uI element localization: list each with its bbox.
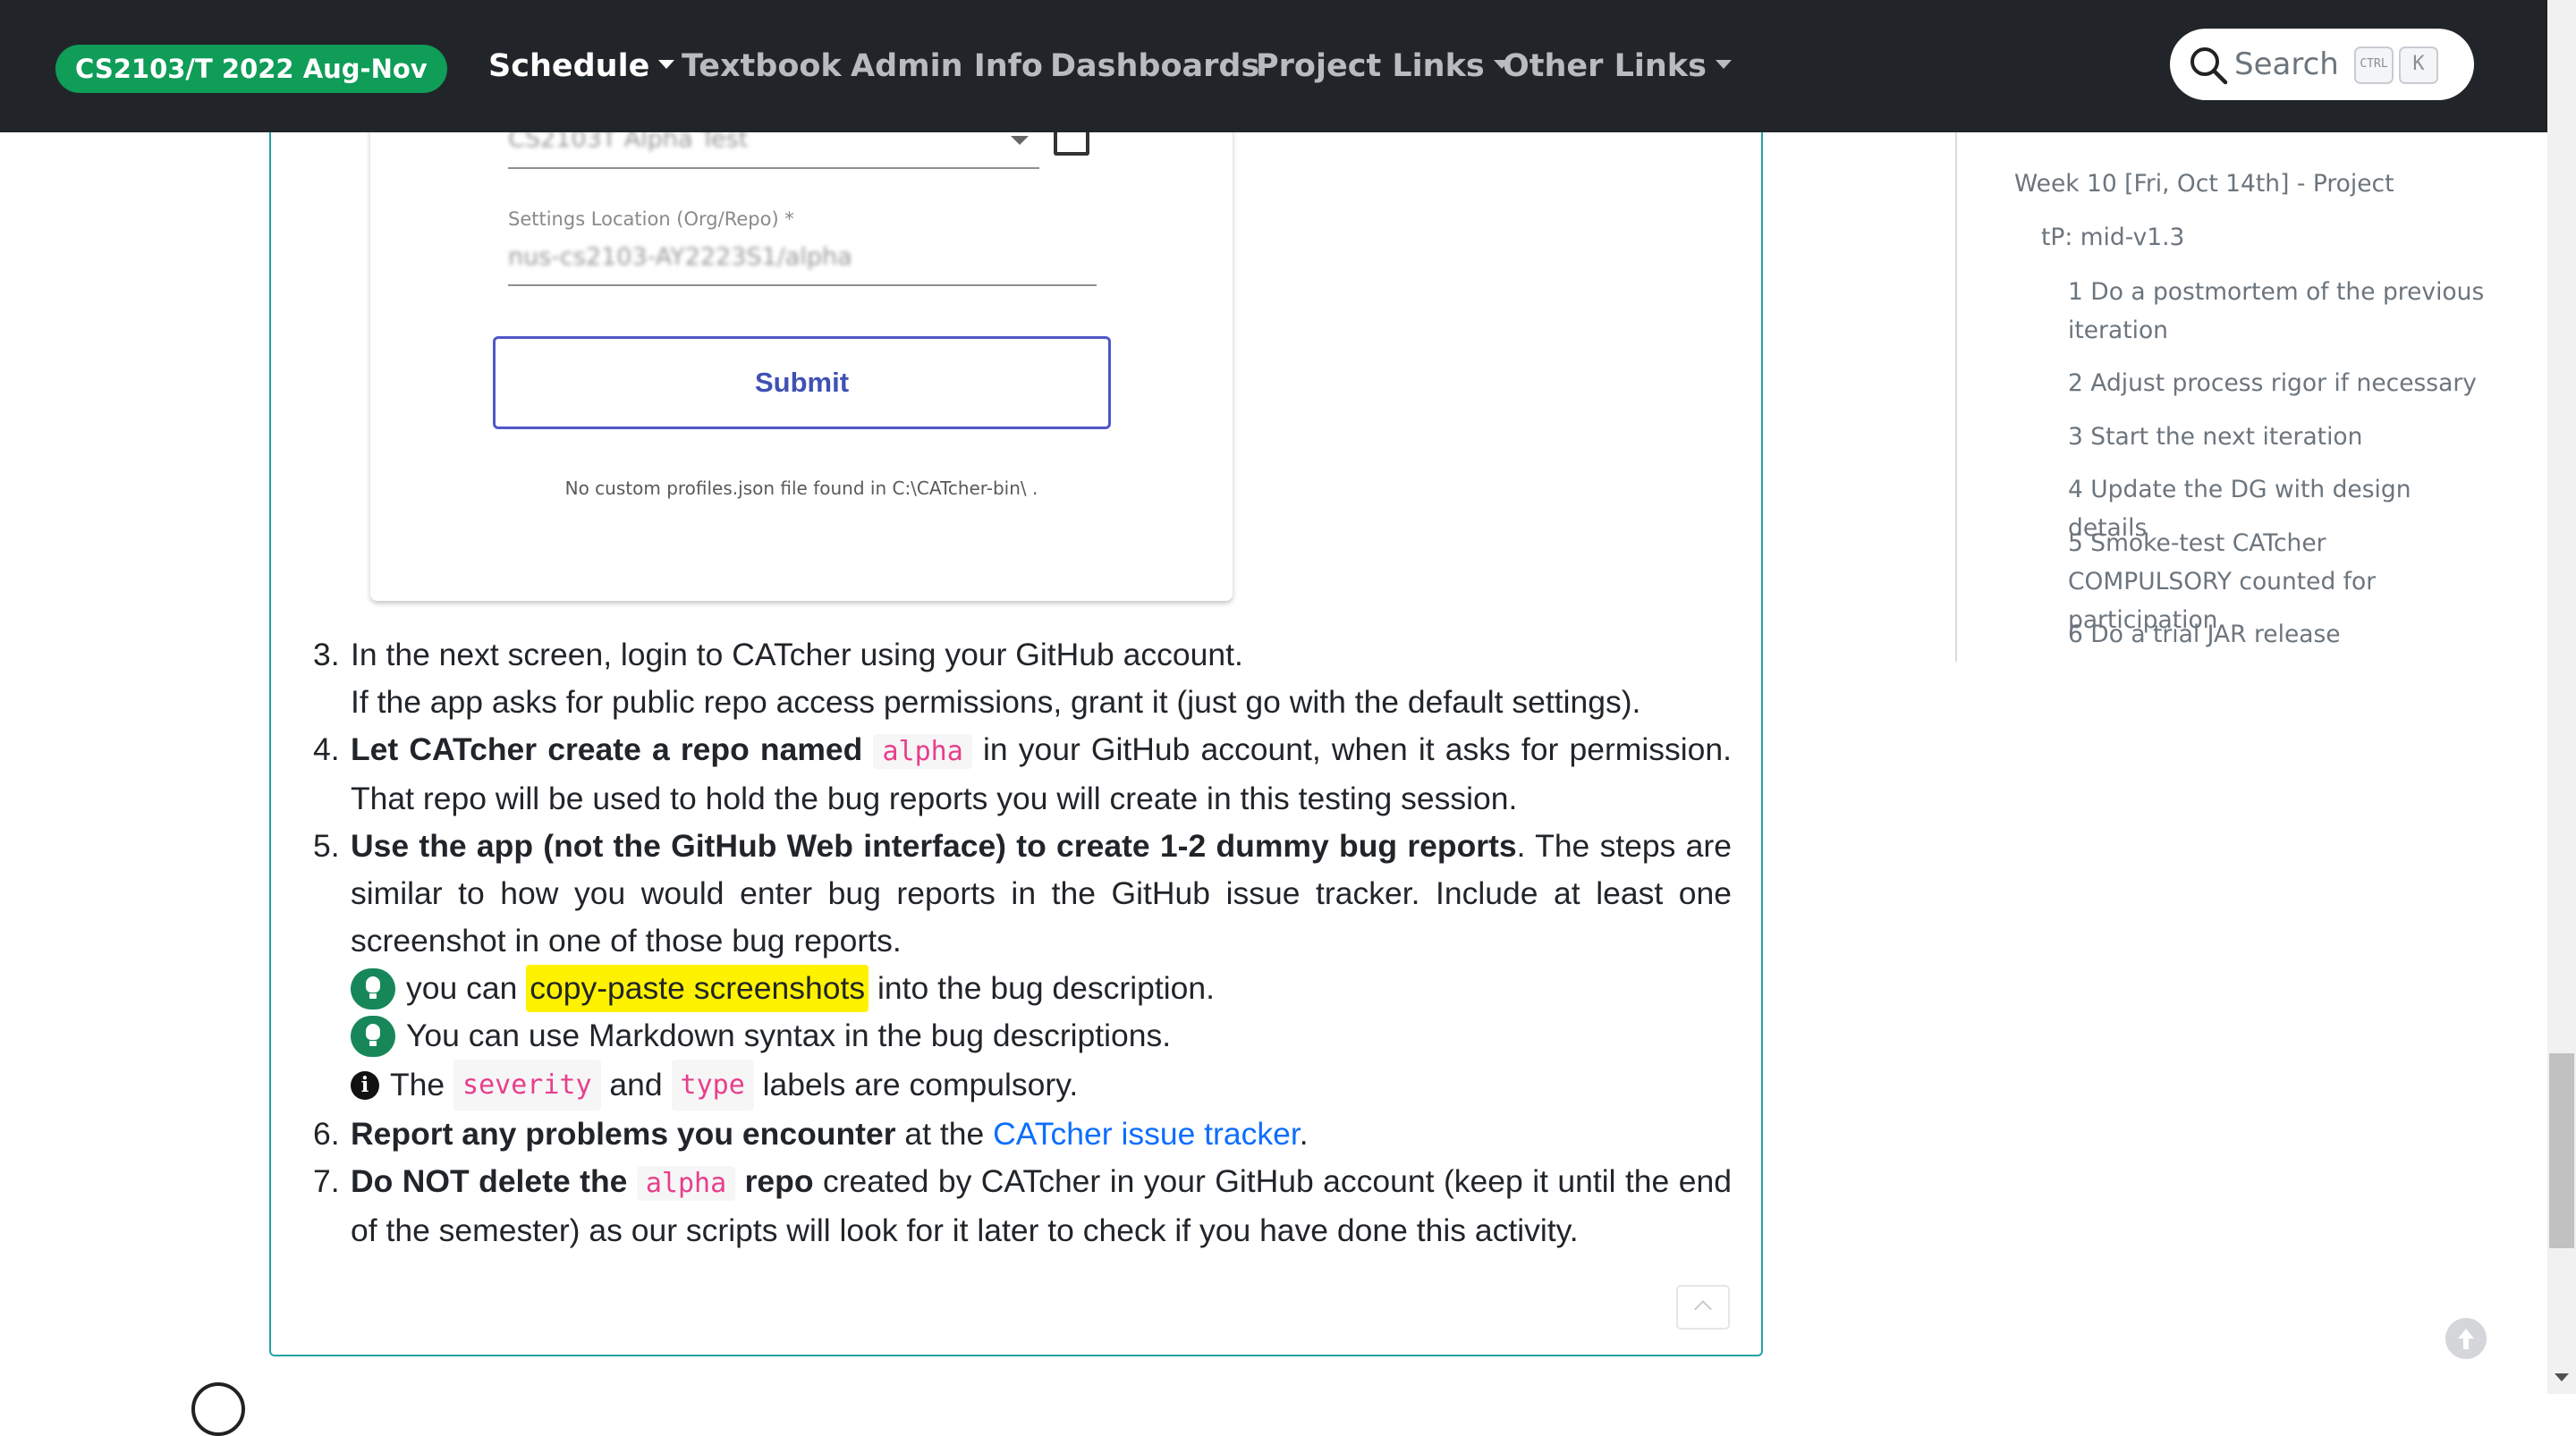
- toc-item-week10[interactable]: Week 10 [Fri, Oct 14th] - Project: [2014, 165, 2479, 203]
- nav-dashboards[interactable]: Dashboards: [1050, 43, 1259, 89]
- tip-copy-paste: you can copy-paste screenshots into the …: [351, 965, 1732, 1012]
- settings-location-label: Settings Location (Org/Repo) *: [508, 208, 794, 230]
- list-item-step-3: 3. In the next screen, login to CATcher …: [313, 631, 1732, 726]
- blurred-settings-value: nus-cs2103-AY2223S1/alpha: [508, 243, 852, 271]
- nav-project-links[interactable]: Project Links: [1256, 43, 1510, 89]
- kbd-ctrl: CTRL: [2354, 46, 2394, 84]
- step-7-bold-pre: Do NOT delete the: [351, 1163, 628, 1199]
- top-navbar: CS2103/T 2022 Aug-Nov Schedule Textbook …: [0, 0, 2547, 132]
- site-brand[interactable]: CS2103/T 2022 Aug-Nov: [55, 45, 447, 93]
- chevron-up-icon: [1694, 1300, 1712, 1318]
- info-post: labels are compulsory.: [762, 1067, 1079, 1102]
- search-label: Search: [2234, 46, 2339, 82]
- back-to-top-button[interactable]: [2445, 1318, 2487, 1359]
- nav-admin-info-label: Admin Info: [851, 48, 1043, 84]
- scrollbar-thumb[interactable]: [2549, 1053, 2574, 1248]
- step-number: 7.: [313, 1163, 340, 1199]
- step-5-bold: Use the app (not the GitHub Web interfac…: [351, 828, 1517, 864]
- code-severity: severity: [453, 1060, 601, 1111]
- step-6-bold: Report any problems you encounter: [351, 1116, 896, 1152]
- list-item-step-6: 6. Report any problems you encounter at …: [313, 1111, 1732, 1158]
- toc-item-next-iteration[interactable]: 3 Start the next iteration: [2068, 418, 2488, 456]
- search-icon: [2190, 47, 2228, 85]
- step-3-line2: If the app asks for public repo access p…: [351, 684, 1641, 720]
- toc-item-process-rigor[interactable]: 2 Adjust process rigor if necessary: [2068, 364, 2488, 402]
- submit-button: Submit: [493, 336, 1111, 429]
- settings-field-underline: [508, 284, 1097, 286]
- info-labels: i The severity and type labels are compu…: [351, 1060, 1732, 1111]
- step-7-bold-post: repo: [744, 1163, 814, 1199]
- code-alpha: alpha: [636, 1166, 736, 1201]
- step-4-bold: Let CATcher create a repo named: [351, 731, 863, 767]
- info-icon: i: [351, 1070, 379, 1100]
- scroll-down-arrow-icon[interactable]: [2555, 1373, 2569, 1381]
- highlight-copy-paste: copy-paste screenshots: [526, 965, 869, 1012]
- nav-dashboards-label: Dashboards: [1050, 48, 1260, 84]
- tip2-text: You can use Markdown syntax in the bug d…: [406, 1018, 1172, 1053]
- list-item-step-5: 5. Use the app (not the GitHub Web inter…: [313, 823, 1732, 1111]
- tip-markdown: You can use Markdown syntax in the bug d…: [351, 1012, 1732, 1060]
- select-arrow-icon: [1011, 136, 1029, 145]
- nav-textbook-label: Textbook: [682, 48, 842, 84]
- step-6-end: .: [1299, 1116, 1309, 1152]
- tip1-pre: you can: [406, 970, 518, 1006]
- search-button[interactable]: Search CTRL K: [2170, 29, 2474, 100]
- dropdown-caret-icon: [1715, 60, 1732, 69]
- list-item-step-4: 4. Let CATcher create a repo named alpha…: [313, 726, 1732, 823]
- nav-admin-info[interactable]: Admin Info: [851, 43, 1043, 89]
- profiles-note: No custom profiles.json file found in C:…: [564, 477, 1038, 499]
- step-3-line1: In the next screen, login to CATcher usi…: [351, 637, 1243, 672]
- info-mid: and: [609, 1067, 663, 1102]
- nav-other-links[interactable]: Other Links: [1503, 43, 1732, 89]
- info-pre: The: [390, 1067, 445, 1102]
- catcher-issue-tracker-link[interactable]: CATcher issue tracker: [993, 1116, 1300, 1152]
- code-type: type: [671, 1060, 754, 1111]
- nav-other-links-label: Other Links: [1503, 48, 1707, 84]
- nav-schedule-label: Schedule: [488, 48, 650, 84]
- list-item-step-7: 7. Do NOT delete the alpha repo created …: [313, 1158, 1732, 1254]
- step-6-mid: at the: [904, 1116, 985, 1152]
- nav-textbook[interactable]: Textbook: [682, 43, 842, 89]
- lightbulb-icon: [351, 1015, 395, 1057]
- toc-item-trial-jar[interactable]: 6 Do a trial JAR release: [2068, 615, 2488, 654]
- code-alpha: alpha: [873, 734, 972, 769]
- session-select-underline: [508, 167, 1039, 169]
- nav-schedule[interactable]: Schedule: [488, 43, 675, 89]
- dropdown-caret-icon: [658, 60, 675, 69]
- toc-item-postmortem[interactable]: 1 Do a postmortem of the previous iterat…: [2068, 273, 2488, 350]
- tip1-post: into the bug description.: [877, 970, 1215, 1006]
- lightbulb-icon: [351, 967, 395, 1009]
- partial-icon: [191, 1382, 245, 1436]
- steps-list: 3. In the next screen, login to CATcher …: [313, 631, 1732, 1254]
- step-number: 6.: [313, 1116, 340, 1152]
- step-number: 4.: [313, 731, 340, 767]
- toc-item-tp-mid[interactable]: tP: mid-v1.3: [2041, 218, 2506, 257]
- page-toc: Week 10 [Fri, Oct 14th] - Project tP: mi…: [1955, 132, 2494, 662]
- kbd-k: K: [2399, 46, 2438, 84]
- collapse-button[interactable]: [1676, 1285, 1730, 1330]
- nav-project-links-label: Project Links: [1256, 48, 1485, 84]
- step-number: 3.: [313, 637, 340, 672]
- step-number: 5.: [313, 828, 340, 864]
